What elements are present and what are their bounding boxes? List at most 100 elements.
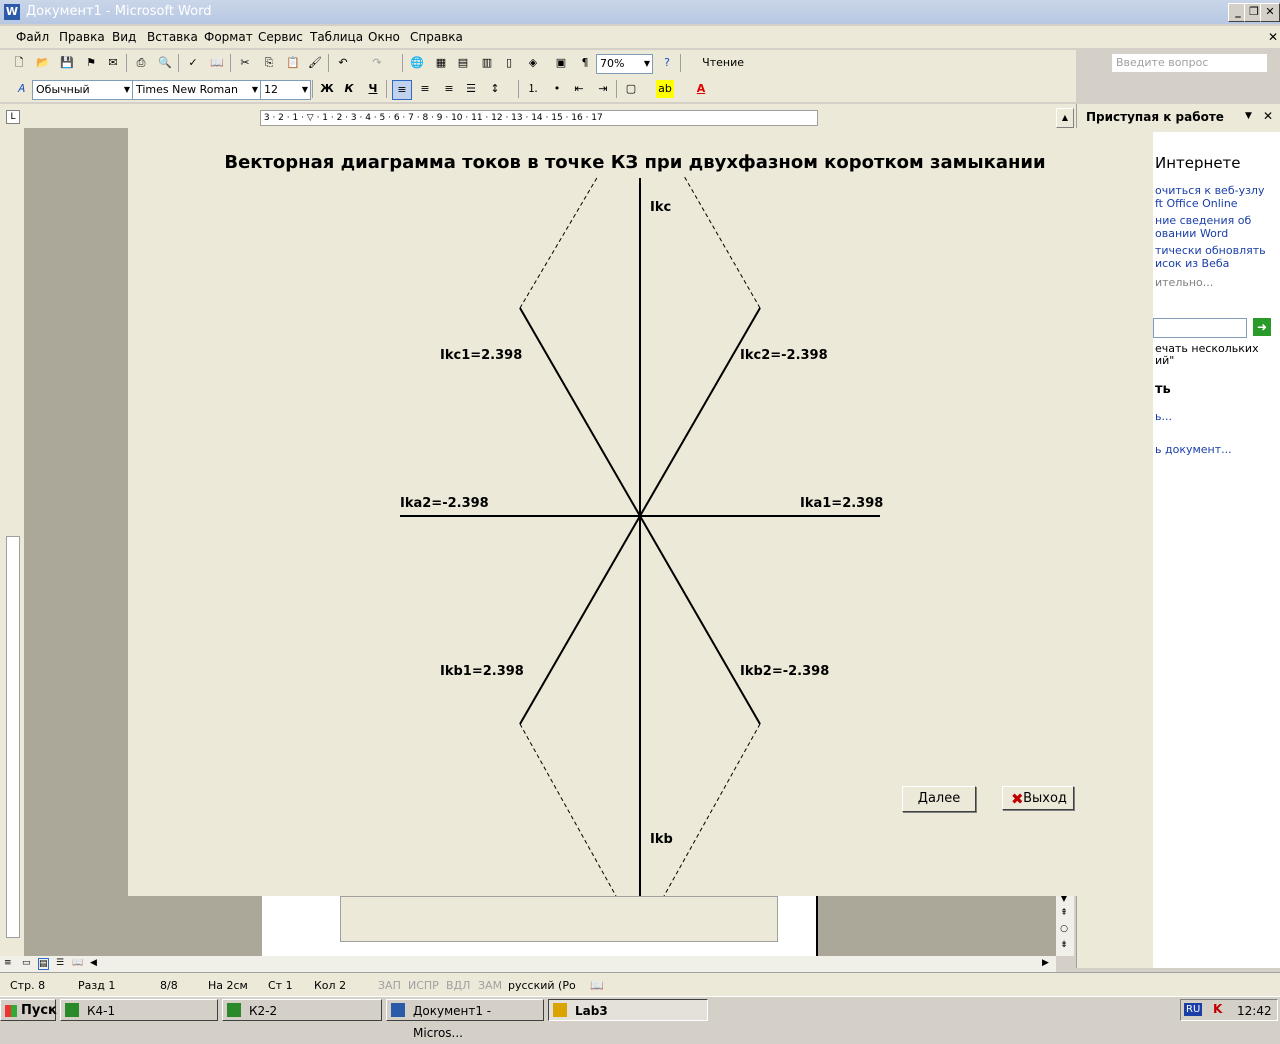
task-pane-close-icon[interactable]: ✕: [1263, 109, 1273, 123]
align-center-icon[interactable]: ≡: [416, 80, 434, 98]
start-button[interactable]: Пуск: [0, 999, 57, 1021]
tp-link[interactable]: овании Word: [1155, 227, 1228, 240]
format-painter-icon[interactable]: 🖌: [306, 54, 324, 72]
tp-link[interactable]: исок из Веба: [1155, 257, 1229, 270]
open-icon[interactable]: 📂: [34, 54, 52, 72]
outline-view-icon[interactable]: ☰: [56, 958, 64, 968]
taskbar-lab3[interactable]: Lab3: [548, 999, 708, 1021]
tp-link[interactable]: ние сведения об: [1155, 214, 1251, 227]
bullets-icon[interactable]: •: [548, 80, 566, 98]
menu-insert[interactable]: Вставка: [147, 30, 198, 44]
font-color-icon[interactable]: A: [692, 80, 710, 98]
new-icon[interactable]: 🗋: [10, 54, 28, 72]
task-pane-menu-icon[interactable]: ▼: [1245, 111, 1252, 121]
scroll-down-button[interactable]: ▼: [1056, 894, 1072, 908]
menu-tools[interactable]: Сервис: [258, 30, 303, 44]
clock[interactable]: 12:42: [1237, 1004, 1272, 1018]
status-trk[interactable]: ИСПР: [408, 979, 439, 992]
drawing-icon[interactable]: ◈: [524, 54, 542, 72]
zoom-select[interactable]: 70% ▼: [596, 54, 653, 74]
tp-link[interactable]: тически обновлять: [1155, 244, 1266, 257]
show-hide-icon[interactable]: ¶: [576, 54, 594, 72]
tables-borders-icon[interactable]: ▦: [432, 54, 450, 72]
scroll-up-button[interactable]: ▲: [1056, 108, 1074, 128]
status-ext[interactable]: ВДЛ: [446, 979, 470, 992]
hyperlink-icon[interactable]: 🌐: [408, 54, 426, 72]
exit-button[interactable]: ✖ Выход: [1002, 786, 1074, 810]
spelling-status-icon[interactable]: 📖: [590, 979, 604, 992]
style-select[interactable]: Обычный ▼: [32, 80, 133, 100]
styles-icon[interactable]: 𝐴: [12, 80, 30, 98]
taskbar-k4-1[interactable]: К4-1: [60, 999, 218, 1021]
normal-view-icon[interactable]: ≡: [4, 958, 12, 968]
tp-search-input[interactable]: [1153, 318, 1247, 338]
border-icon[interactable]: ▢: [622, 80, 640, 98]
horizontal-ruler[interactable]: L 3 · 2 · 1 · ▽ · 1 · 2 · 3 · 4 · 5 · 6 …: [0, 104, 1076, 128]
next-page-button[interactable]: ⇟: [1056, 940, 1072, 954]
cut-icon[interactable]: ✂: [236, 54, 254, 72]
print-preview-icon[interactable]: 🔍: [156, 54, 174, 72]
paste-icon[interactable]: 📋: [284, 54, 302, 72]
columns-icon[interactable]: ▯: [500, 54, 518, 72]
tp-link-more[interactable]: ительно...: [1155, 276, 1213, 289]
tp-link[interactable]: ft Office Online: [1155, 197, 1238, 210]
menu-file[interactable]: Файл: [16, 30, 49, 44]
tp-link[interactable]: очиться к веб-узлу: [1155, 184, 1264, 197]
numbering-icon[interactable]: ⒈: [524, 80, 542, 98]
email-icon[interactable]: ✉: [104, 54, 122, 72]
ask-question-input[interactable]: Введите вопрос: [1112, 54, 1267, 72]
font-select[interactable]: Times New Roman ▼: [132, 80, 261, 100]
status-ovr[interactable]: ЗАМ: [478, 979, 502, 992]
help-icon[interactable]: ?: [658, 54, 676, 72]
browse-object-button[interactable]: ○: [1056, 924, 1072, 938]
research-icon[interactable]: 📖: [208, 54, 226, 72]
copy-icon[interactable]: ⎘: [260, 54, 278, 72]
taskbar-k2-2[interactable]: К2-2: [222, 999, 382, 1021]
tp-link[interactable]: ь документ...: [1155, 443, 1232, 456]
close-doc-icon[interactable]: ✕: [1268, 30, 1278, 44]
redo-icon[interactable]: ↷: [368, 54, 386, 72]
scroll-left-button[interactable]: ◀: [90, 958, 97, 968]
save-icon[interactable]: 💾: [58, 54, 76, 72]
horizontal-scrollbar[interactable]: ≡ ▭ ▤ ☰ 📖 ◀ ▶: [0, 956, 1056, 972]
menu-table[interactable]: Таблица: [310, 30, 363, 44]
underline-button[interactable]: Ч: [364, 80, 382, 98]
reading-button[interactable]: Чтение: [686, 54, 744, 72]
word-app-icon[interactable]: W: [4, 4, 20, 20]
next-button[interactable]: Далее: [902, 786, 976, 812]
bold-button[interactable]: Ж: [318, 80, 336, 98]
justify-icon[interactable]: ☰: [462, 80, 480, 98]
insert-table-icon[interactable]: ▤: [454, 54, 472, 72]
menu-window[interactable]: Окно: [368, 30, 400, 44]
insert-excel-icon[interactable]: ▥: [478, 54, 496, 72]
close-button[interactable]: ✕: [1260, 3, 1280, 22]
print-icon[interactable]: ⎙: [132, 54, 150, 72]
align-left-icon[interactable]: ≡: [392, 80, 412, 100]
font-size-select[interactable]: 12 ▼: [260, 80, 311, 100]
tp-link[interactable]: ь...: [1155, 410, 1172, 423]
menu-edit[interactable]: Правка: [59, 30, 105, 44]
undo-icon[interactable]: ↶: [334, 54, 352, 72]
web-view-icon[interactable]: ▭: [22, 958, 31, 968]
taskbar-word[interactable]: Документ1 - Micros...: [386, 999, 544, 1040]
decrease-indent-icon[interactable]: ⇤: [570, 80, 588, 98]
align-right-icon[interactable]: ≡: [440, 80, 458, 98]
ruler-track[interactable]: 3 · 2 · 1 · ▽ · 1 · 2 · 3 · 4 · 5 · 6 · …: [260, 110, 818, 126]
spelling-icon[interactable]: ✓: [184, 54, 202, 72]
scroll-right-button[interactable]: ▶: [1042, 958, 1049, 968]
vertical-ruler[interactable]: [0, 128, 24, 958]
menu-format[interactable]: Формат: [204, 30, 253, 44]
line-spacing-icon[interactable]: ↕: [486, 80, 504, 98]
print-layout-icon[interactable]: ▤: [38, 958, 49, 970]
increase-indent-icon[interactable]: ⇥: [594, 80, 612, 98]
document-map-icon[interactable]: ▣: [552, 54, 570, 72]
prev-page-button[interactable]: ⇞: [1056, 908, 1072, 922]
italic-button[interactable]: К: [340, 80, 358, 98]
status-rec[interactable]: ЗАП: [378, 979, 401, 992]
tab-selector[interactable]: L: [6, 110, 20, 124]
tp-search-go-icon[interactable]: ➜: [1253, 318, 1271, 336]
permission-icon[interactable]: ⚑: [82, 54, 100, 72]
language-indicator[interactable]: RU: [1184, 1003, 1203, 1016]
menu-help[interactable]: Справка: [410, 30, 463, 44]
highlight-icon[interactable]: ab: [656, 80, 674, 98]
